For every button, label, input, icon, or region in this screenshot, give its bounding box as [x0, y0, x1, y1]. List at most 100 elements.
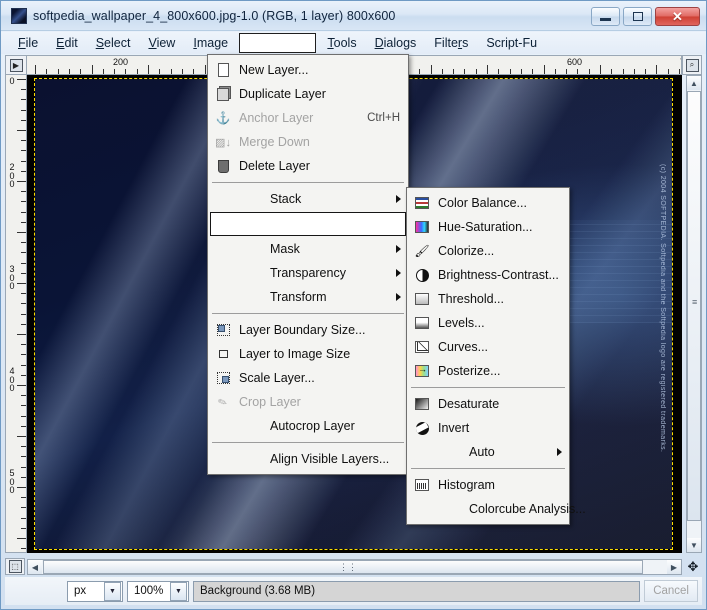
menu-item-label: Colorize... — [438, 244, 495, 258]
menubar-item-dialogs[interactable]: Dialogs — [366, 34, 426, 52]
layer-menu-item-colors[interactable]: Colors — [210, 212, 406, 236]
ruler-tick — [17, 79, 26, 80]
chevron-down-icon[interactable]: ▼ — [104, 581, 121, 601]
layer-menu-item-mask[interactable]: Mask — [208, 237, 408, 261]
ruler-tick — [21, 528, 26, 529]
menubar-item-view[interactable]: View — [139, 34, 184, 52]
menubar-item-script-fu[interactable]: Script-Fu — [477, 34, 546, 52]
minimize-button[interactable] — [591, 7, 620, 26]
colors-menu-item-auto[interactable]: Auto — [407, 440, 569, 464]
quick-mask-toggle-button[interactable]: ⬚ — [5, 558, 25, 575]
layer-menu-item-layer-to-image-size[interactable]: Layer to Image Size — [208, 342, 408, 366]
ruler-tick — [21, 518, 26, 519]
menu-item-label: Scale Layer... — [239, 371, 315, 385]
anchor-icon: ⚓ — [215, 111, 231, 125]
colors-menu-item-histogram[interactable]: Histogram — [407, 473, 569, 497]
layer-boundary-size-icon — [214, 322, 232, 338]
colors-menu-item-hue-saturation[interactable]: Hue-Saturation... — [407, 215, 569, 239]
menu-separator — [212, 442, 404, 443]
zoom-select[interactable]: 100% ▼ — [127, 580, 189, 602]
scroll-right-arrow[interactable]: ▶ — [667, 560, 681, 574]
ruler-tick — [205, 65, 206, 74]
layer-menu-item-transform[interactable]: Transform — [208, 285, 408, 309]
horizontal-scroll-thumb[interactable]: ⋮⋮ — [43, 560, 643, 574]
colors-menu-item-curves[interactable]: Curves... — [407, 335, 569, 359]
ruler-label: 400 — [9, 366, 15, 393]
layer-menu-item-autocrop-layer[interactable]: Autocrop Layer — [208, 414, 408, 438]
desaturate-icon — [413, 396, 431, 412]
quick-mask-icon: ⬚ — [8, 560, 22, 573]
no-icon — [214, 265, 232, 281]
menubar-item-edit[interactable]: Edit — [47, 34, 87, 52]
colors-menu-item-colorize[interactable]: 🖌 Colorize... — [407, 239, 569, 263]
ruler-origin-button[interactable]: ▶ — [5, 55, 27, 75]
ruler-tick — [21, 446, 26, 447]
ruler-tick — [17, 538, 26, 539]
layer-menu-popup[interactable]: New Layer... Duplicate Layer ⚓ Anchor Layer… — [207, 54, 409, 475]
colors-submenu-popup[interactable]: Color Balance... Hue-Saturation... 🖌 Colori… — [406, 187, 586, 525]
ruler-tick — [487, 65, 488, 74]
scroll-down-arrow[interactable]: ▼ — [687, 538, 701, 552]
vertical-scrollbar[interactable]: ▲ ≡ ▼ — [686, 75, 702, 553]
zoom-image-button[interactable]: ⌕ — [682, 55, 702, 75]
submenu-arrow-icon — [396, 293, 401, 301]
scroll-left-arrow[interactable]: ◀ — [28, 560, 42, 574]
layer-menu-item-layer-boundary-size[interactable]: Layer Boundary Size... — [208, 318, 408, 342]
layer-menu-item-scale-layer[interactable]: Scale Layer... — [208, 366, 408, 390]
colors-menu-item-posterize[interactable]: Posterize... — [407, 359, 569, 383]
scroll-up-arrow[interactable]: ▲ — [687, 76, 701, 90]
menu-item-label: Delete Layer — [239, 159, 310, 173]
magnifier-icon: ⌕ — [685, 58, 699, 72]
merge-down-icon: ▨↓ — [215, 136, 231, 149]
colors-menu-item-brightness-contrast[interactable]: Brightness-Contrast... — [407, 263, 569, 287]
ruler-tick — [656, 65, 657, 74]
no-icon — [217, 216, 235, 232]
layer-menu-item-transparency[interactable]: Transparency — [208, 261, 408, 285]
duplicate-layer-icon — [214, 86, 232, 102]
menubar-item-select[interactable]: Select — [87, 34, 140, 52]
minimize-icon — [600, 18, 611, 21]
window-controls: ✕ — [591, 7, 700, 26]
scroll-grip-icon: ⋮⋮ — [339, 562, 357, 572]
layer-menu-item-anchor-layer: ⚓ Anchor Layer Ctrl+H — [208, 106, 408, 130]
no-icon — [214, 451, 232, 467]
scroll-grip-icon: ≡ — [692, 297, 698, 307]
colors-menu-item-levels[interactable]: Levels... — [407, 311, 569, 335]
ruler-tick — [114, 69, 115, 74]
maximize-button[interactable] — [623, 7, 652, 26]
unit-select[interactable]: px ▼ — [67, 580, 123, 602]
ruler-tick — [17, 283, 26, 284]
menu-item-label: Desaturate — [438, 397, 500, 411]
colors-menu-item-colorcube-analysis[interactable]: Colorcube Analysis... — [407, 497, 586, 521]
ruler-tick — [17, 385, 26, 386]
submenu-arrow-icon — [396, 269, 401, 277]
colors-menu-item-desaturate[interactable]: Desaturate — [407, 392, 569, 416]
colors-menu-item-threshold[interactable]: Threshold... — [407, 287, 569, 311]
close-button[interactable]: ✕ — [655, 7, 700, 26]
close-icon: ✕ — [672, 9, 683, 24]
colors-menu-item-invert[interactable]: Invert — [407, 416, 569, 440]
no-icon — [214, 241, 232, 257]
menubar-item-file[interactable]: File — [9, 34, 47, 52]
menu-item-label: Colors — [273, 217, 310, 231]
ruler-tick — [193, 69, 194, 74]
layer-menu-item-merge-down: ▨↓ Merge Down — [208, 130, 408, 154]
vertical-scroll-thumb[interactable]: ≡ — [687, 91, 701, 521]
vertical-ruler[interactable]: 0 200 300 400 500 — [5, 75, 27, 553]
chevron-down-icon[interactable]: ▼ — [170, 581, 187, 601]
menubar-item-filters[interactable]: Filters — [425, 34, 477, 52]
navigation-preview-button[interactable]: ✥ — [684, 558, 702, 575]
layer-menu-item-new-layer[interactable]: New Layer... — [208, 58, 408, 82]
layer-menu-item-stack[interactable]: Stack — [208, 187, 408, 211]
ruler-tick — [21, 191, 26, 192]
menubar-item-image[interactable]: Image — [184, 34, 237, 52]
layer-menu-item-align-visible-layers[interactable]: Align Visible Layers... — [208, 447, 408, 471]
horizontal-scrollbar[interactable]: ◀ ⋮⋮ ▶ — [27, 559, 682, 575]
menubar-item-tools[interactable]: Tools — [318, 34, 365, 52]
cancel-button[interactable]: Cancel — [644, 580, 698, 602]
layer-menu-item-duplicate-layer[interactable]: Duplicate Layer — [208, 82, 408, 106]
ruler-tick — [634, 69, 635, 74]
menubar-item-layer[interactable]: Layer — [239, 33, 317, 53]
colors-menu-item-color-balance[interactable]: Color Balance... — [407, 191, 569, 215]
layer-menu-item-delete-layer[interactable]: Delete Layer — [208, 154, 408, 178]
